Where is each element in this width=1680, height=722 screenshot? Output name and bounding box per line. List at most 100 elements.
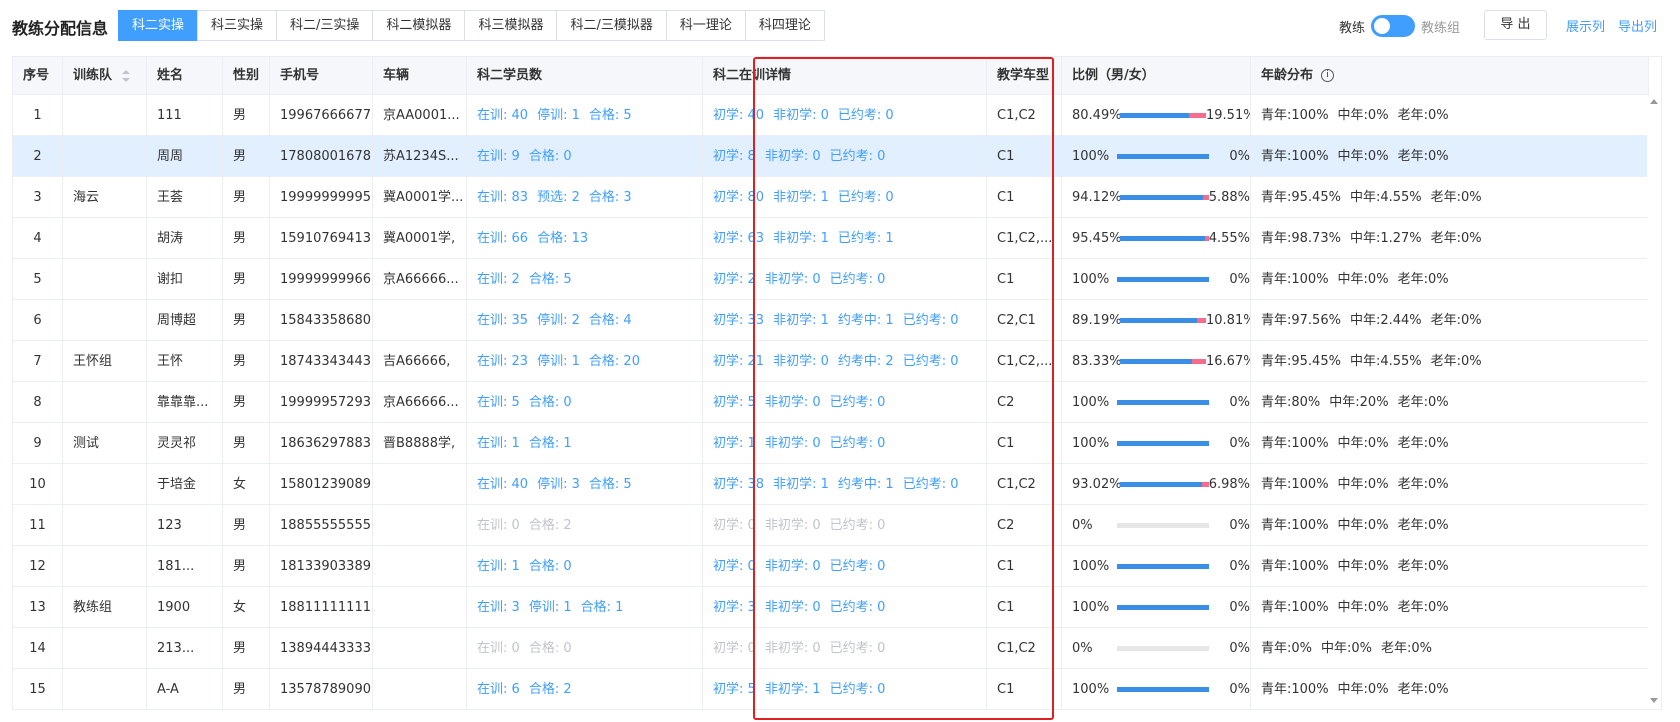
student-count-link[interactable]: 在训: 6: [477, 682, 520, 697]
student-count-link[interactable]: 在训: 1: [477, 436, 520, 451]
detail-count-link[interactable]: 初学: 0: [713, 518, 756, 533]
detail-count-link[interactable]: 已约考: 0: [830, 272, 886, 287]
detail-count-link[interactable]: 已约考: 0: [830, 149, 886, 164]
detail-count-link[interactable]: 非初学: 0: [765, 149, 821, 164]
student-count-link[interactable]: 在训: 40: [477, 477, 528, 492]
student-count-link[interactable]: 合格: 3: [589, 190, 632, 205]
student-count-link[interactable]: 合格: 0: [529, 641, 572, 656]
table-row[interactable]: 7 王怀组 王怀男 18743343443 吉A66666, 在训: 23 停训: 1 合格:…: [13, 341, 1649, 382]
detail-count-link[interactable]: 约考中: 1: [838, 477, 894, 492]
student-count-link[interactable]: 合格: 0: [529, 149, 572, 164]
tab-0[interactable]: 科二实操: [118, 10, 199, 41]
student-count-link[interactable]: 在训: 83: [477, 190, 528, 205]
table-row[interactable]: 10 于培金女 15801239089 在训: 40 停训: 3 合格: 5 初学: 38 非…: [13, 464, 1649, 505]
table-row[interactable]: 4 胡涛男 15910769413 冀A0001学, 在训: 66 合格: 13 初学: 6…: [13, 218, 1649, 259]
student-count-link[interactable]: 合格: 20: [589, 354, 640, 369]
tab-1[interactable]: 科三实操: [197, 10, 278, 41]
coach-group-toggle[interactable]: [1371, 15, 1416, 37]
student-count-link[interactable]: 合格: 5: [589, 477, 632, 492]
detail-count-link[interactable]: 已约考: 0: [830, 641, 886, 656]
detail-count-link[interactable]: 非初学: 0: [765, 641, 821, 656]
detail-count-link[interactable]: 初学: 33: [713, 313, 764, 328]
scroll-down-arrow-icon[interactable]: [1650, 698, 1658, 703]
student-count-link[interactable]: 合格: 2: [529, 682, 572, 697]
detail-count-link[interactable]: 已约考: 0: [830, 600, 886, 615]
student-count-link[interactable]: 停训: 2: [537, 313, 580, 328]
student-count-link[interactable]: 合格: 5: [589, 108, 632, 123]
detail-count-link[interactable]: 初学: 38: [713, 477, 764, 492]
student-count-link[interactable]: 在训: 0: [477, 518, 520, 533]
table-row[interactable]: 5 谢扣男 19999999966 京A66666... 在训: 2 合格: 5 初学: 2…: [13, 259, 1649, 300]
tab-6[interactable]: 科一理论: [665, 10, 746, 41]
detail-count-link[interactable]: 已约考: 0: [838, 190, 894, 205]
table-row[interactable]: 13 教练组 1900 女 18811111111 在训: 3 停训: 1 合格: 1 初学: …: [13, 587, 1649, 628]
student-count-link[interactable]: 合格: 5: [529, 272, 572, 287]
detail-count-link[interactable]: 约考中: 2: [838, 354, 894, 369]
detail-count-link[interactable]: 初学: 40: [713, 108, 764, 123]
table-row[interactable]: 14 213... 男 13894443333 在训: 0 合格: 0 初学: 0 非初学: …: [13, 628, 1649, 669]
detail-count-link[interactable]: 初学: 5: [713, 682, 756, 697]
table-row[interactable]: 8 靠靠靠... 男 19999957293 京A66666... 在训: 5 合格: 0 初…: [13, 382, 1649, 423]
detail-count-link[interactable]: 初学: 63: [713, 231, 764, 246]
sort-icon[interactable]: [122, 69, 131, 82]
detail-count-link[interactable]: 已约考: 0: [830, 395, 886, 410]
detail-count-link[interactable]: 已约考: 0: [830, 518, 886, 533]
detail-count-link[interactable]: 初学: 0: [713, 559, 756, 574]
table-row[interactable]: 6 周博超男 15843358680 在训: 35 停训: 2 合格: 4 初学: 33 非初…: [13, 300, 1649, 341]
header-col-team[interactable]: 训练队: [63, 57, 147, 95]
student-count-link[interactable]: 停训: 3: [537, 477, 580, 492]
student-count-link[interactable]: 在训: 3: [477, 600, 520, 615]
student-count-link[interactable]: 在训: 40: [477, 108, 528, 123]
table-row[interactable]: 15 A-A 男 13578789090 在训: 6 合格: 2 初学: 5 非初学: 1 已约…: [13, 669, 1649, 709]
detail-count-link[interactable]: 初学: 5: [713, 395, 756, 410]
scroll-up-arrow-icon[interactable]: [1650, 99, 1658, 104]
detail-count-link[interactable]: 初学: 1: [713, 436, 756, 451]
student-count-link[interactable]: 在训: 0: [477, 641, 520, 656]
table-row[interactable]: 3 海云 王荟男 19999999995 冀A0001学... 在训: 83 预选: 2 合格…: [13, 177, 1649, 218]
detail-count-link[interactable]: 初学: 8: [713, 149, 756, 164]
tab-5[interactable]: 科二/三模拟器: [556, 10, 667, 41]
detail-count-link[interactable]: 非初学: 1: [773, 190, 829, 205]
student-count-link[interactable]: 停训: 1: [537, 354, 580, 369]
detail-count-link[interactable]: 非初学: 1: [773, 477, 829, 492]
detail-count-link[interactable]: 已约考: 0: [830, 682, 886, 697]
student-count-link[interactable]: 在训: 5: [477, 395, 520, 410]
student-count-link[interactable]: 在训: 35: [477, 313, 528, 328]
detail-count-link[interactable]: 已约考: 1: [838, 231, 894, 246]
tab-3[interactable]: 科二模拟器: [372, 10, 466, 41]
student-count-link[interactable]: 停训: 1: [529, 600, 572, 615]
export-button[interactable]: 导 出: [1484, 10, 1547, 40]
detail-count-link[interactable]: 非初学: 0: [765, 395, 821, 410]
detail-count-link[interactable]: 已约考: 0: [830, 436, 886, 451]
detail-count-link[interactable]: 初学: 3: [713, 600, 756, 615]
tab-7[interactable]: 科四理论: [744, 10, 825, 41]
detail-count-link[interactable]: 已约考: 0: [903, 313, 959, 328]
show-columns-link[interactable]: 展示列: [1566, 16, 1605, 35]
vertical-scrollbar[interactable]: [1647, 95, 1661, 709]
student-count-link[interactable]: 合格: 2: [529, 518, 572, 533]
detail-count-link[interactable]: 非初学: 0: [765, 436, 821, 451]
detail-count-link[interactable]: 非初学: 0: [773, 108, 829, 123]
table-row[interactable]: 2 周周男 17808001678 苏A1234S... 在训: 9 合格: 0 初学: 8…: [13, 136, 1649, 177]
student-count-link[interactable]: 合格: 0: [529, 395, 572, 410]
student-count-link[interactable]: 预选: 2: [537, 190, 580, 205]
detail-count-link[interactable]: 非初学: 0: [765, 559, 821, 574]
detail-count-link[interactable]: 非初学: 0: [773, 354, 829, 369]
info-icon[interactable]: i: [1321, 69, 1335, 82]
detail-count-link[interactable]: 已约考: 0: [903, 354, 959, 369]
detail-count-link[interactable]: 初学: 2: [713, 272, 756, 287]
detail-count-link[interactable]: 已约考: 0: [903, 477, 959, 492]
export-columns-link[interactable]: 导出列: [1618, 16, 1657, 35]
table-row[interactable]: 12 181... 男 18133903389 在训: 1 合格: 0 初学: 0 非初学: …: [13, 546, 1649, 587]
detail-count-link[interactable]: 初学: 21: [713, 354, 764, 369]
student-count-link[interactable]: 在训: 1: [477, 559, 520, 574]
student-count-link[interactable]: 在训: 9: [477, 149, 520, 164]
tab-4[interactable]: 科三模拟器: [464, 10, 558, 41]
detail-count-link[interactable]: 非初学: 0: [765, 600, 821, 615]
detail-count-link[interactable]: 非初学: 1: [773, 313, 829, 328]
detail-count-link[interactable]: 约考中: 1: [838, 313, 894, 328]
detail-count-link[interactable]: 已约考: 0: [830, 559, 886, 574]
detail-count-link[interactable]: 非初学: 0: [765, 518, 821, 533]
table-row[interactable]: 11 123 男 18855555555 在训: 0 合格: 2 初学: 0 非初学: 0 已约…: [13, 505, 1649, 546]
student-count-link[interactable]: 合格: 1: [581, 600, 624, 615]
